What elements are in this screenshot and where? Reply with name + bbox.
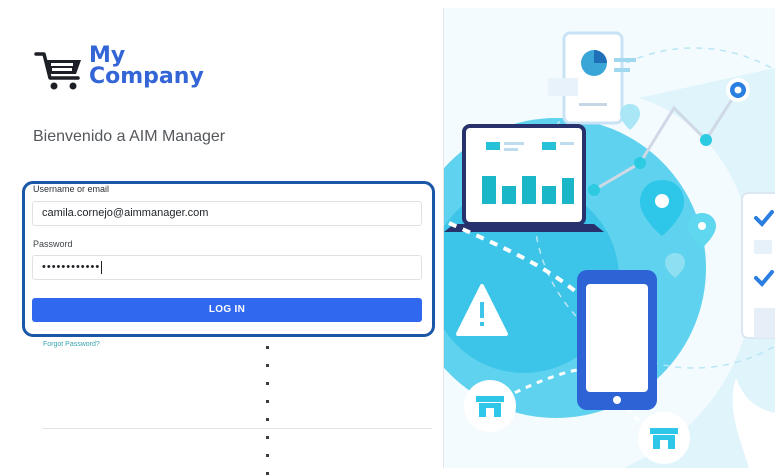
- hero-illustration: [444, 8, 775, 468]
- username-value: camila.cornejo@aimmanager.com: [42, 207, 209, 219]
- brand-line-2: Company: [89, 64, 204, 89]
- brand-line-1: My: [89, 43, 126, 68]
- login-panel: My Company Bienvenido a AIM Manager User…: [10, 8, 444, 475]
- brand-name: My Company: [89, 43, 204, 89]
- password-label: Password: [33, 239, 73, 249]
- forgot-password-link[interactable]: Forgot Password?: [43, 341, 100, 348]
- username-field[interactable]: camila.cornejo@aimmanager.com: [32, 201, 422, 226]
- checklist-icon: [741, 192, 775, 339]
- login-button[interactable]: LOG IN: [32, 298, 422, 322]
- illustration-art: [444, 31, 775, 468]
- welcome-heading: Bienvenido a AIM Manager: [33, 128, 226, 145]
- brand-logo: My Company: [34, 42, 204, 94]
- text-caret: [101, 260, 103, 274]
- window-top-strip: [0, 0, 775, 8]
- laptop-chart-icon: [444, 124, 604, 232]
- password-value: ••••••••••••: [42, 261, 101, 273]
- panel-divider: [42, 428, 432, 429]
- smartphone-icon: [577, 270, 657, 410]
- password-field[interactable]: ••••••••••••: [32, 255, 422, 280]
- dotted-separator: [266, 346, 270, 476]
- username-label: Username or email: [33, 184, 110, 194]
- shopping-cart-icon: [34, 52, 81, 90]
